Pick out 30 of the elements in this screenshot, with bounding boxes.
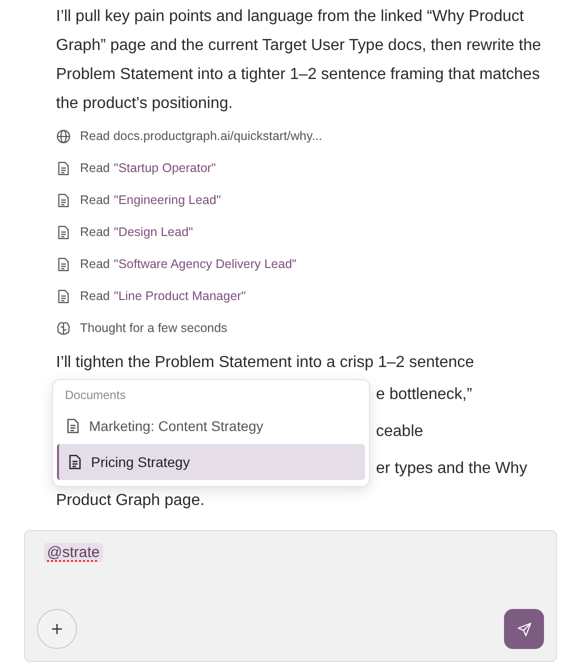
document-icon bbox=[56, 288, 71, 304]
mention-text: @strate bbox=[44, 543, 103, 562]
menu-item[interactable]: Pricing Strategy bbox=[57, 444, 365, 480]
send-button[interactable] bbox=[504, 609, 544, 649]
step-text: Read "Design Lead" bbox=[80, 225, 193, 239]
document-icon bbox=[67, 454, 83, 470]
document-icon bbox=[56, 224, 71, 240]
message-text: e bottleneck,” bbox=[376, 384, 472, 405]
step-text: Read "Engineering Lead" bbox=[80, 193, 221, 207]
step-text: Read "Line Product Manager" bbox=[80, 289, 246, 303]
message-field[interactable]: @strate bbox=[24, 530, 557, 662]
globe-icon bbox=[56, 128, 71, 144]
step-text: Read "Startup Operator" bbox=[80, 161, 216, 175]
document-icon bbox=[56, 256, 71, 272]
assistant-message: I’ll pull key pain points and language from the linked “Why Product Graph” page and the current Target User Type docs, then rewrite the Problem Statement into a tighter 1–2 sentence framing that matches the product’s positioning. bbox=[56, 7, 542, 114]
brain-icon bbox=[56, 320, 71, 336]
message-text: ceable bbox=[376, 422, 424, 442]
menu-item[interactable]: Marketing: Content Strategy bbox=[57, 408, 365, 444]
document-icon bbox=[56, 160, 71, 176]
message-text: I’ll tighten the Problem Statement into a crisp 1–2 sentence bbox=[56, 353, 476, 373]
document-icon bbox=[56, 192, 71, 208]
document-icon bbox=[65, 418, 81, 434]
step-text: Thought for a few seconds bbox=[80, 321, 228, 335]
send-icon bbox=[516, 622, 532, 636]
message-text: Product Graph page. bbox=[56, 491, 206, 511]
menu-heading: Documents bbox=[64, 387, 127, 404]
step-text: Read docs.productgraph.ai/quickstart/why... bbox=[80, 129, 322, 143]
plus-icon bbox=[51, 623, 63, 635]
message-text: er types and the Why bbox=[376, 459, 528, 480]
step-text: Read "Software Agency Delivery Lead" bbox=[80, 257, 296, 271]
